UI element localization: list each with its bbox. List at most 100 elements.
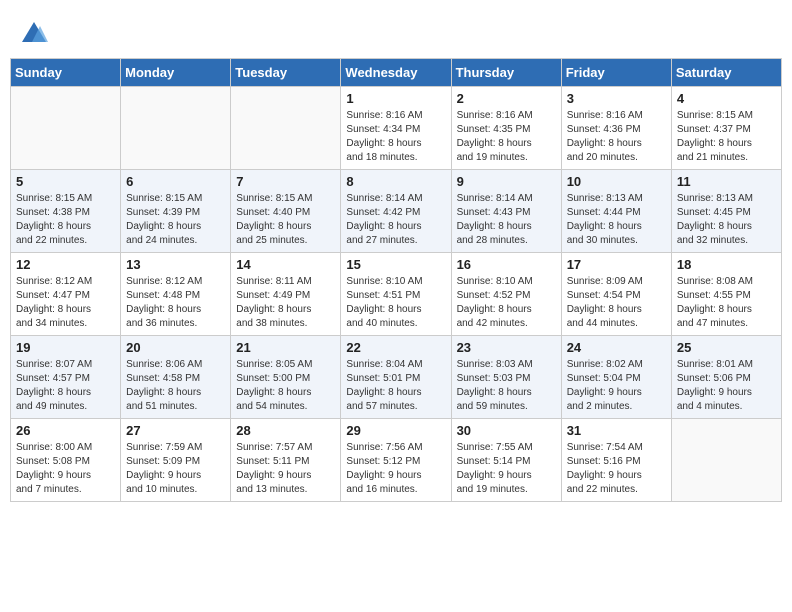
day-number: 8 [346,174,445,189]
day-number: 1 [346,91,445,106]
day-info: Sunrise: 8:14 AM Sunset: 4:42 PM Dayligh… [346,192,445,248]
day-info: Sunrise: 8:13 AM Sunset: 4:45 PM Dayligh… [677,192,776,248]
week-row-2: 5 Sunrise: 8:15 AM Sunset: 4:38 PM Daylig… [11,170,782,253]
day-cell-0 [11,87,121,170]
day-cell-28: 26 Sunrise: 8:00 AM Sunset: 5:08 PM Dayli… [11,419,121,502]
day-number: 16 [457,257,556,272]
page-header [10,10,782,53]
day-cell-3: 1Sunrise: 8:16 AM Sunset: 4:34 PM Daylig… [341,87,451,170]
day-number: 11 [677,174,776,189]
day-number: 12 [16,257,115,272]
day-info: Sunrise: 8:06 AM Sunset: 4:58 PM Dayligh… [126,358,225,414]
day-number: 18 [677,257,776,272]
day-number: 28 [236,423,335,438]
day-cell-11: 9Sunrise: 8:14 AM Sunset: 4:43 PM Daylig… [451,170,561,253]
calendar-table: SundayMondayTuesdayWednesdayThursdayFrid… [10,58,782,502]
day-cell-12: 10 Sunrise: 8:13 AM Sunset: 4:44 PM Dayli… [561,170,671,253]
day-info: Sunrise: 8:09 AM Sunset: 4:54 PM Dayligh… [567,275,666,331]
day-number: 17 [567,257,666,272]
day-info: Sunrise: 8:01 AM Sunset: 5:06 PM Dayligh… [677,358,776,414]
day-info: Sunrise: 8:05 AM Sunset: 5:00 PM Dayligh… [236,358,335,414]
day-cell-8: 6Sunrise: 8:15 AM Sunset: 4:39 PM Daylig… [121,170,231,253]
day-cell-23: 21 Sunrise: 8:05 AM Sunset: 5:00 PM Dayli… [231,336,341,419]
day-cell-27: 25 Sunrise: 8:01 AM Sunset: 5:06 PM Dayli… [671,336,781,419]
day-number: 6 [126,174,225,189]
day-number: 25 [677,340,776,355]
day-number: 9 [457,174,556,189]
day-info: Sunrise: 8:13 AM Sunset: 4:44 PM Dayligh… [567,192,666,248]
day-number: 15 [346,257,445,272]
day-info: Sunrise: 7:59 AM Sunset: 5:09 PM Dayligh… [126,441,225,497]
day-number: 29 [346,423,445,438]
day-info: Sunrise: 8:16 AM Sunset: 4:35 PM Dayligh… [457,109,556,165]
day-info: Sunrise: 8:10 AM Sunset: 4:52 PM Dayligh… [457,275,556,331]
day-cell-1 [121,87,231,170]
day-cell-9: 7Sunrise: 8:15 AM Sunset: 4:40 PM Daylig… [231,170,341,253]
day-number: 3 [567,91,666,106]
day-cell-7: 5 Sunrise: 8:15 AM Sunset: 4:38 PM Daylig… [11,170,121,253]
day-info: Sunrise: 8:12 AM Sunset: 4:47 PM Dayligh… [16,275,115,331]
day-cell-32: 30Sunrise: 7:55 AM Sunset: 5:14 PM Dayli… [451,419,561,502]
day-info: Sunrise: 8:16 AM Sunset: 4:36 PM Dayligh… [567,109,666,165]
day-number: 19 [16,340,115,355]
day-number: 2 [457,91,556,106]
day-cell-15: 13 Sunrise: 8:12 AM Sunset: 4:48 PM Dayli… [121,253,231,336]
day-cell-19: 17 Sunrise: 8:09 AM Sunset: 4:54 PM Dayli… [561,253,671,336]
day-cell-31: 29 Sunrise: 7:56 AM Sunset: 5:12 PM Dayli… [341,419,451,502]
weekday-header-tuesday: Tuesday [231,59,341,87]
day-cell-10: 8 Sunrise: 8:14 AM Sunset: 4:42 PM Daylig… [341,170,451,253]
day-cell-24: 22 Sunrise: 8:04 AM Sunset: 5:01 PM Dayli… [341,336,451,419]
day-number: 20 [126,340,225,355]
day-info: Sunrise: 8:00 AM Sunset: 5:08 PM Dayligh… [16,441,115,497]
day-info: Sunrise: 8:15 AM Sunset: 4:38 PM Dayligh… [16,192,115,248]
day-info: Sunrise: 8:07 AM Sunset: 4:57 PM Dayligh… [16,358,115,414]
day-number: 5 [16,174,115,189]
week-row-1: 1Sunrise: 8:16 AM Sunset: 4:34 PM Daylig… [11,87,782,170]
day-info: Sunrise: 8:11 AM Sunset: 4:49 PM Dayligh… [236,275,335,331]
day-cell-30: 28Sunrise: 7:57 AM Sunset: 5:11 PM Dayli… [231,419,341,502]
day-cell-21: 19 Sunrise: 8:07 AM Sunset: 4:57 PM Dayli… [11,336,121,419]
day-info: Sunrise: 8:04 AM Sunset: 5:01 PM Dayligh… [346,358,445,414]
day-cell-25: 23 Sunrise: 8:03 AM Sunset: 5:03 PM Dayli… [451,336,561,419]
weekday-header-friday: Friday [561,59,671,87]
day-number: 10 [567,174,666,189]
day-number: 26 [16,423,115,438]
day-number: 23 [457,340,556,355]
day-cell-17: 15 Sunrise: 8:10 AM Sunset: 4:51 PM Dayli… [341,253,451,336]
weekday-header-row: SundayMondayTuesdayWednesdayThursdayFrid… [11,59,782,87]
weekday-header-saturday: Saturday [671,59,781,87]
day-cell-6: 4 Sunrise: 8:15 AM Sunset: 4:37 PM Daylig… [671,87,781,170]
weekday-header-wednesday: Wednesday [341,59,451,87]
day-number: 22 [346,340,445,355]
logo-icon [20,20,48,48]
day-cell-33: 31Sunrise: 7:54 AM Sunset: 5:16 PM Dayli… [561,419,671,502]
day-number: 14 [236,257,335,272]
weekday-header-sunday: Sunday [11,59,121,87]
day-number: 24 [567,340,666,355]
day-info: Sunrise: 8:03 AM Sunset: 5:03 PM Dayligh… [457,358,556,414]
day-number: 27 [126,423,225,438]
day-cell-20: 18 Sunrise: 8:08 AM Sunset: 4:55 PM Dayli… [671,253,781,336]
day-info: Sunrise: 8:08 AM Sunset: 4:55 PM Dayligh… [677,275,776,331]
day-info: Sunrise: 8:12 AM Sunset: 4:48 PM Dayligh… [126,275,225,331]
day-number: 31 [567,423,666,438]
day-info: Sunrise: 8:15 AM Sunset: 4:40 PM Dayligh… [236,192,335,248]
day-info: Sunrise: 8:15 AM Sunset: 4:37 PM Dayligh… [677,109,776,165]
day-cell-22: 20 Sunrise: 8:06 AM Sunset: 4:58 PM Dayli… [121,336,231,419]
day-cell-26: 24 Sunrise: 8:02 AM Sunset: 5:04 PM Dayli… [561,336,671,419]
day-cell-16: 14 Sunrise: 8:11 AM Sunset: 4:49 PM Dayli… [231,253,341,336]
day-cell-13: 11 Sunrise: 8:13 AM Sunset: 4:45 PM Dayli… [671,170,781,253]
day-number: 4 [677,91,776,106]
week-row-3: 12 Sunrise: 8:12 AM Sunset: 4:47 PM Dayli… [11,253,782,336]
day-cell-14: 12 Sunrise: 8:12 AM Sunset: 4:47 PM Dayli… [11,253,121,336]
day-cell-4: 2 Sunrise: 8:16 AM Sunset: 4:35 PM Daylig… [451,87,561,170]
day-info: Sunrise: 8:02 AM Sunset: 5:04 PM Dayligh… [567,358,666,414]
day-cell-5: 3 Sunrise: 8:16 AM Sunset: 4:36 PM Daylig… [561,87,671,170]
day-number: 21 [236,340,335,355]
day-cell-2 [231,87,341,170]
day-info: Sunrise: 7:56 AM Sunset: 5:12 PM Dayligh… [346,441,445,497]
week-row-5: 26 Sunrise: 8:00 AM Sunset: 5:08 PM Dayli… [11,419,782,502]
weekday-header-thursday: Thursday [451,59,561,87]
day-number: 13 [126,257,225,272]
day-info: Sunrise: 8:10 AM Sunset: 4:51 PM Dayligh… [346,275,445,331]
